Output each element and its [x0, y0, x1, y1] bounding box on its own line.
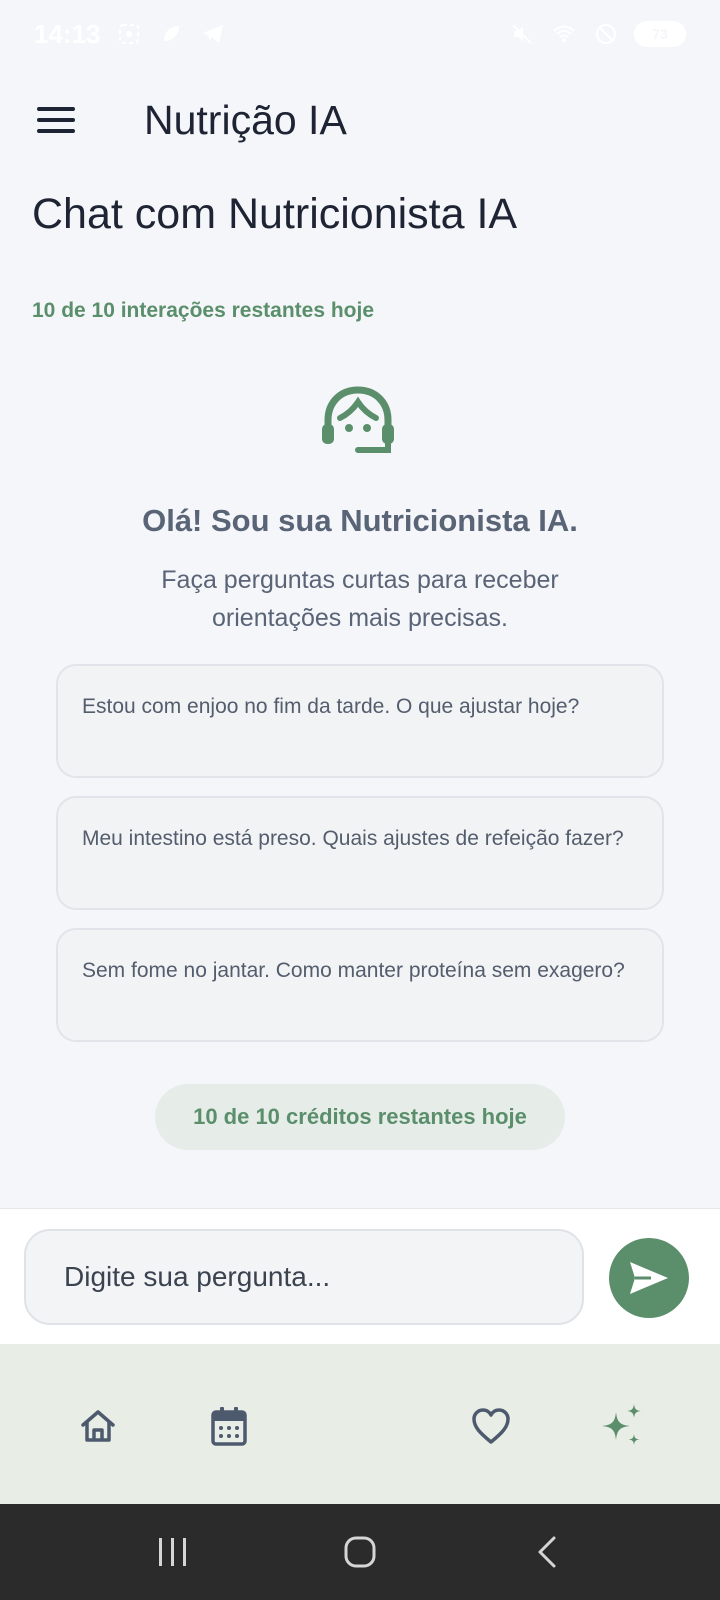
back-button[interactable]: [517, 1522, 577, 1582]
wifi-icon: [550, 20, 578, 48]
screenshot-icon: [115, 20, 143, 48]
welcome-heading: Olá! Sou sua Nutricionista IA.: [142, 503, 578, 538]
suggestion-card[interactable]: Meu intestino está preso. Quais ajustes …: [56, 796, 664, 910]
nav-favorites[interactable]: [467, 1402, 515, 1450]
page-title: Chat com Nutricionista IA: [32, 190, 518, 238]
sparkles-icon: [602, 1404, 641, 1445]
hamburger-menu-icon: [37, 107, 75, 133]
nav-calendar[interactable]: [205, 1402, 253, 1450]
welcome-subtitle: Faça perguntas curtas para receber orien…: [161, 566, 559, 632]
status-right: 73: [508, 20, 686, 48]
status-bar: 14:13 73: [0, 0, 720, 68]
app-bar: Nutrição IA: [0, 68, 720, 172]
menu-button[interactable]: [28, 92, 84, 148]
do-not-disturb-icon: [592, 20, 620, 48]
nav-ai-chat[interactable]: [598, 1402, 646, 1450]
nav-home[interactable]: [74, 1402, 122, 1450]
nutritionist-avatar-icon: [318, 384, 398, 464]
status-time: 14:13: [34, 18, 101, 49]
question-input[interactable]: [24, 1229, 584, 1325]
back-chevron-icon: [538, 1536, 556, 1568]
mute-icon: [508, 20, 536, 48]
bottom-nav: [0, 1344, 720, 1504]
battery-icon: 73: [634, 21, 686, 47]
home-icon: [81, 1410, 115, 1442]
calendar-icon: [211, 1407, 247, 1446]
input-bar: [0, 1208, 720, 1344]
telegram-icon: [199, 20, 227, 48]
interactions-remaining: 10 de 10 interações restantes hoje: [32, 299, 374, 322]
suggestion-card[interactable]: Sem fome no jantar. Como manter proteína…: [56, 928, 664, 1042]
heart-icon: [472, 1408, 510, 1444]
status-left: 14:13: [34, 19, 227, 50]
suggestion-card[interactable]: Estou com enjoo no fim da tarde. O que a…: [56, 664, 664, 778]
home-system-button[interactable]: [330, 1522, 390, 1582]
recent-apps-icon: [159, 1538, 187, 1566]
send-button[interactable]: [609, 1238, 689, 1318]
credits-badge: 10 de 10 créditos restantes hoje: [155, 1084, 565, 1150]
app-title: Nutrição IA: [144, 96, 347, 143]
leaf-app-icon: [157, 20, 185, 48]
send-icon: [630, 1262, 668, 1294]
home-circle-icon: [344, 1536, 376, 1568]
recent-apps-button[interactable]: [143, 1522, 203, 1582]
system-nav-bar: [0, 1504, 720, 1600]
